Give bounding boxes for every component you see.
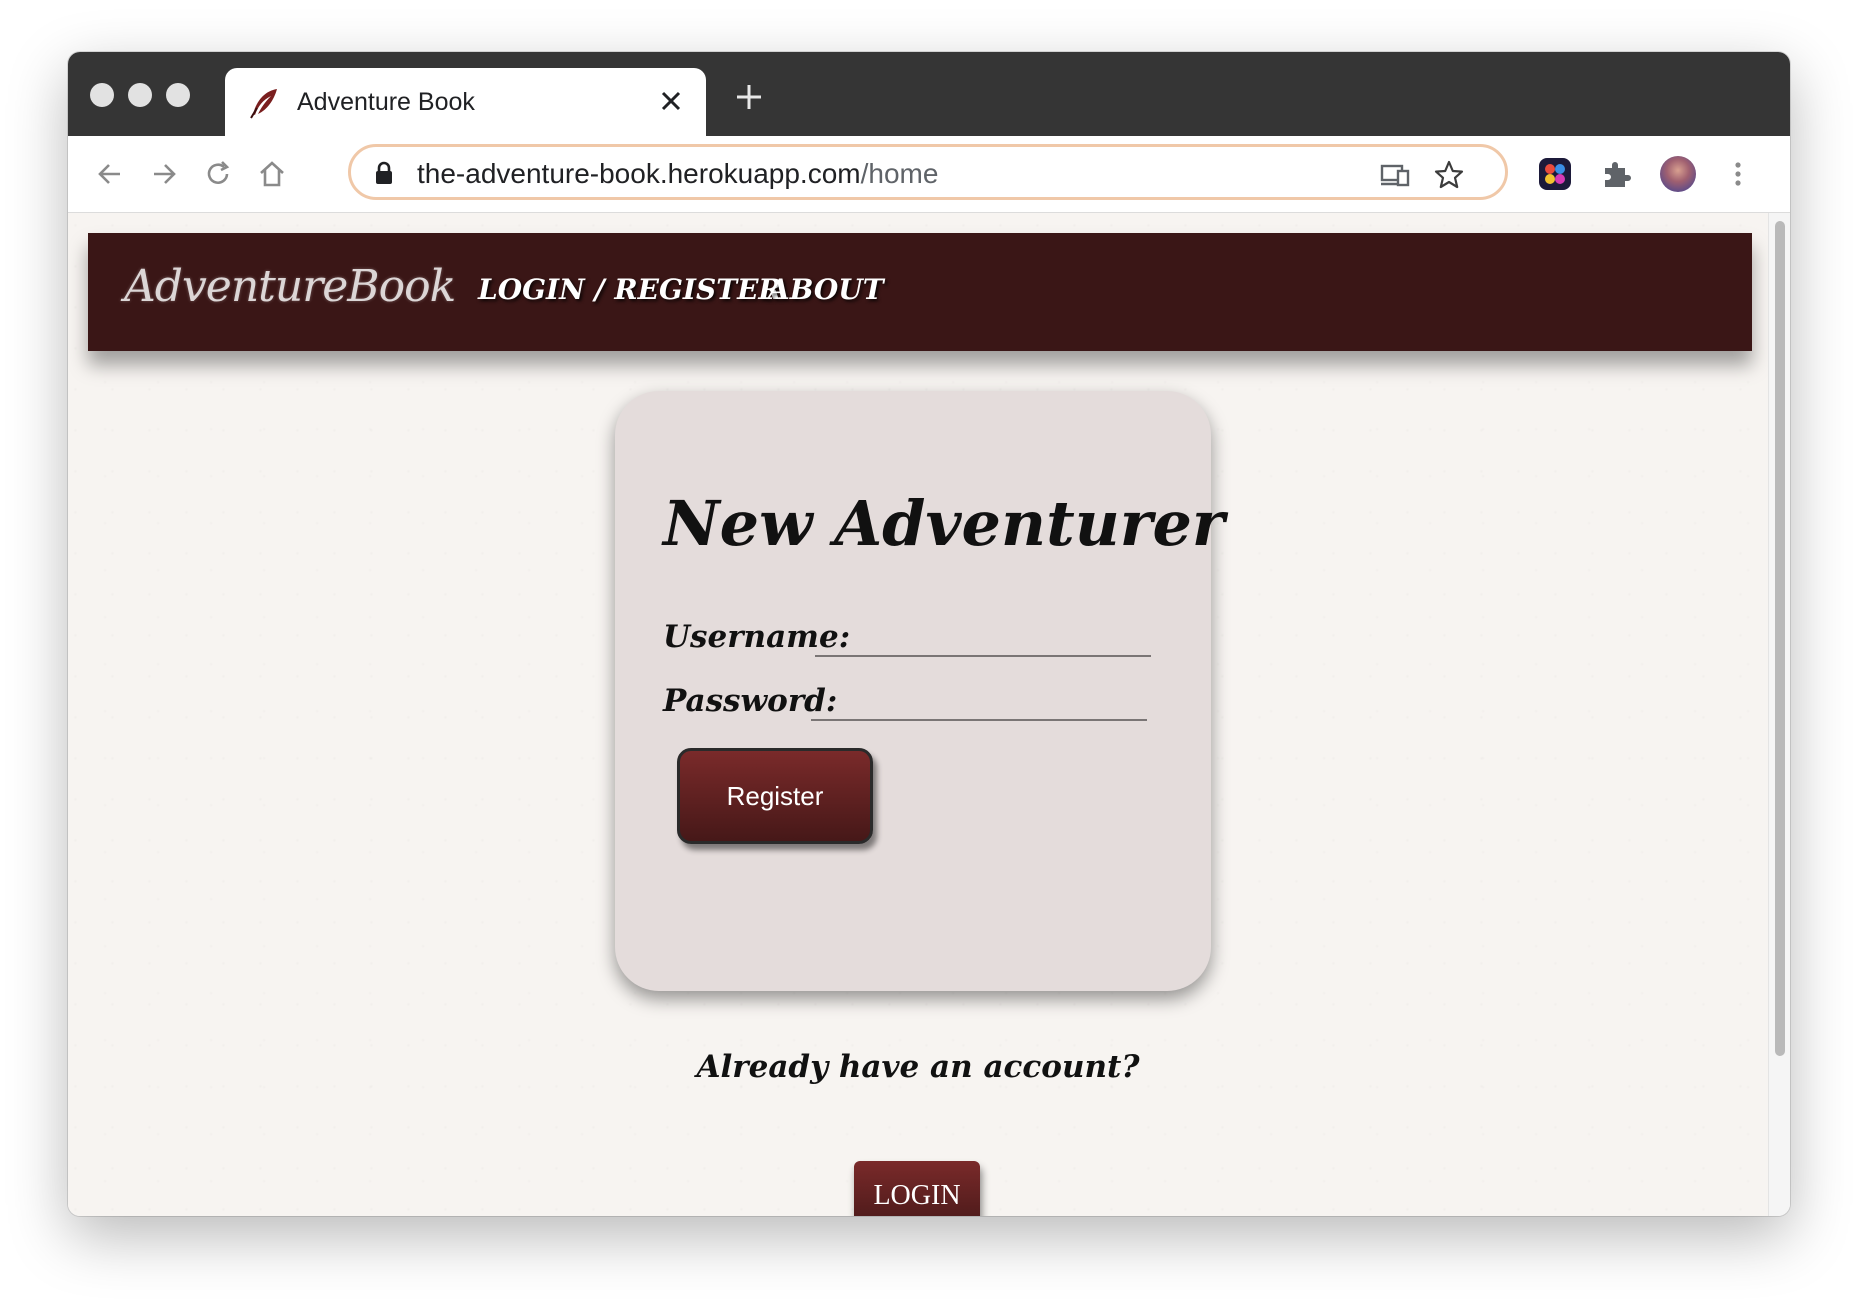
profile-avatar[interactable] <box>1660 156 1696 192</box>
site-logo[interactable]: AdventureBook <box>124 261 456 312</box>
nav-about-link[interactable]: ABOUT <box>768 273 884 306</box>
card-title: New Adventurer <box>663 487 1225 560</box>
reload-icon[interactable] <box>202 158 234 190</box>
already-account-text: Already have an account? <box>696 1049 1140 1085</box>
page-viewport: AdventureBook LOGIN / REGISTER ABOUT New… <box>68 213 1768 1216</box>
url-host: the-adventure-book.herokuapp.com <box>417 158 861 189</box>
browser-toolbar: the-adventure-book.herokuapp.com/home <box>68 136 1790 213</box>
scrollbar-thumb[interactable] <box>1775 221 1785 1056</box>
password-input[interactable] <box>811 681 1147 721</box>
new-tab-icon[interactable] <box>734 82 764 112</box>
register-card: New Adventurer Username: Password: Regis… <box>615 391 1225 991</box>
bookmark-star-icon[interactable] <box>1433 159 1465 191</box>
minimize-window-button[interactable] <box>128 83 152 107</box>
url-text: the-adventure-book.herokuapp.com/home <box>417 158 938 190</box>
feather-icon <box>250 89 277 119</box>
maximize-window-button[interactable] <box>166 83 190 107</box>
login-button[interactable]: LOGIN <box>854 1161 980 1216</box>
extension-colorful-icon[interactable] <box>1537 156 1573 192</box>
site-navbar: AdventureBook LOGIN / REGISTER ABOUT <box>88 233 1752 351</box>
forward-icon[interactable] <box>148 158 180 190</box>
close-window-button[interactable] <box>90 83 114 107</box>
address-bar[interactable]: the-adventure-book.herokuapp.com/home <box>348 144 1508 200</box>
username-input[interactable] <box>815 617 1151 657</box>
close-tab-icon[interactable] <box>658 88 684 114</box>
browser-window: Adventure Book the-adventure-book.heroku… <box>68 52 1790 1216</box>
install-app-icon[interactable] <box>1379 159 1411 191</box>
tab-title: Adventure Book <box>297 88 475 116</box>
home-icon[interactable] <box>256 158 288 190</box>
more-menu-icon[interactable] <box>1720 156 1756 192</box>
browser-tab[interactable]: Adventure Book <box>225 68 706 136</box>
scrollbar[interactable] <box>1768 213 1790 1216</box>
extensions-puzzle-icon[interactable] <box>1599 156 1635 192</box>
url-path: /home <box>860 158 939 189</box>
register-button[interactable]: Register <box>677 748 873 844</box>
tab-strip: Adventure Book <box>68 52 1790 136</box>
lock-icon <box>376 161 392 184</box>
nav-login-register-link[interactable]: LOGIN / REGISTER <box>478 273 782 306</box>
back-icon[interactable] <box>94 158 126 190</box>
